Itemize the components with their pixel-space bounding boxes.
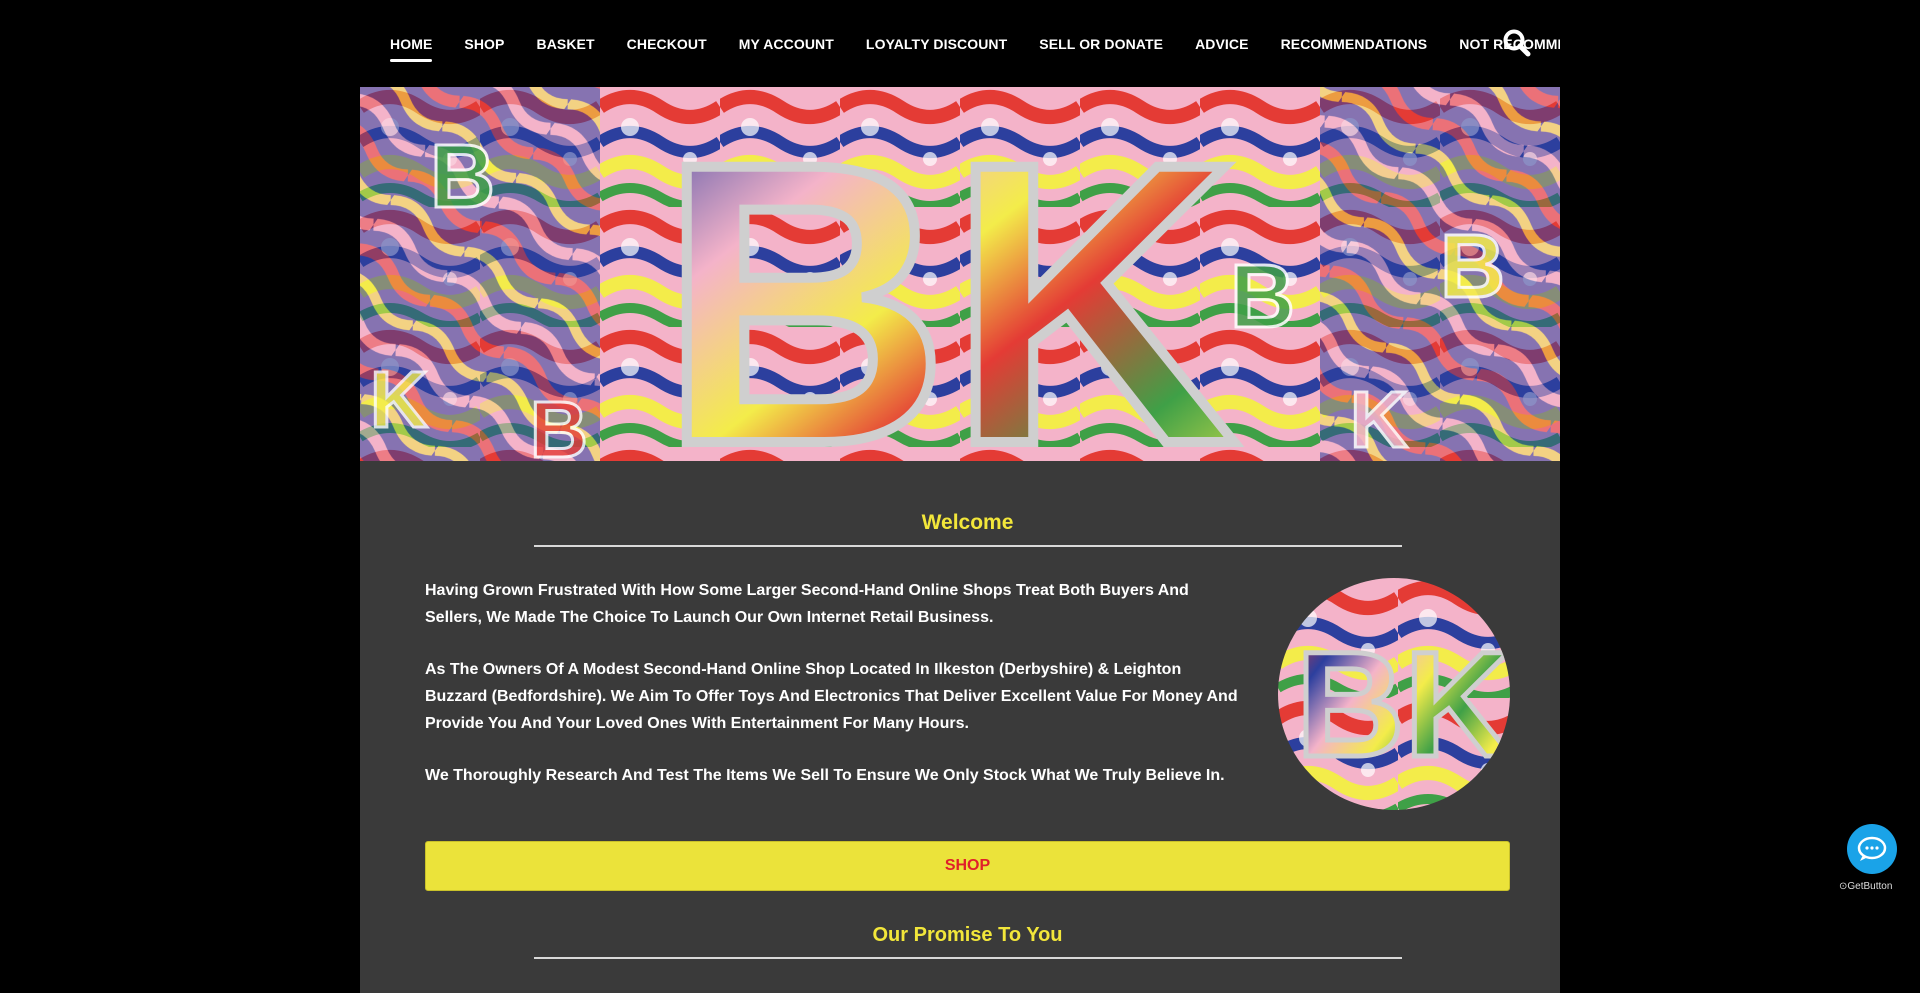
nav-item-home[interactable]: HOME — [390, 28, 433, 62]
nav-item-checkout[interactable]: CHECKOUT — [627, 28, 707, 60]
nav-items: HOME SHOP BASKET CHECKOUT MY ACCOUNT LOY… — [390, 28, 1560, 62]
svg-text:BK: BK — [1296, 620, 1510, 788]
svg-text:BK: BK — [660, 87, 1238, 461]
nav-item-my-account[interactable]: MY ACCOUNT — [739, 28, 834, 60]
main-content: Welcome Having Grown Frustrated With How… — [425, 461, 1510, 959]
nav-item-basket[interactable]: BASKET — [536, 28, 594, 60]
svg-text:B: B — [430, 127, 495, 227]
shop-button[interactable]: SHOP — [425, 841, 1510, 891]
nav-item-advice[interactable]: ADVICE — [1195, 28, 1249, 60]
svg-text:B: B — [1230, 247, 1295, 347]
nav-item-sell-or-donate[interactable]: SELL OR DONATE — [1039, 28, 1163, 60]
welcome-divider — [533, 545, 1402, 547]
bk-logo-image: BK — [1278, 578, 1510, 810]
svg-text:B: B — [1440, 217, 1505, 317]
welcome-paragraph: As The Owners Of A Modest Second-Hand On… — [425, 661, 1238, 732]
svg-text:K: K — [1350, 375, 1408, 461]
hero-banner: B K B B B K BK — [360, 87, 1560, 461]
site-container: HOME SHOP BASKET CHECKOUT MY ACCOUNT LOY… — [360, 0, 1560, 993]
svg-text:K: K — [370, 355, 428, 444]
nav-item-loyalty-discount[interactable]: LOYALTY DISCOUNT — [866, 28, 1007, 60]
search-button[interactable] — [1502, 28, 1532, 58]
promise-heading: Our Promise To You — [872, 924, 1063, 946]
main-nav: HOME SHOP BASKET CHECKOUT MY ACCOUNT LOY… — [360, 0, 1560, 87]
promise-divider — [533, 957, 1402, 959]
nav-item-recommendations[interactable]: RECOMMENDATIONS — [1281, 28, 1428, 60]
getbutton-credit[interactable]: ⊙GetButton — [1839, 881, 1892, 892]
chat-bubble-icon — [1857, 836, 1887, 861]
getbutton-label: GetButton — [1847, 881, 1893, 892]
welcome-paragraph: Having Grown Frustrated With How Some La… — [425, 582, 1189, 626]
hero-banner-image: B K B B B K BK — [360, 87, 1560, 461]
nav-item-shop[interactable]: SHOP — [464, 28, 504, 60]
welcome-text: Having Grown Frustrated With How Some La… — [425, 577, 1245, 814]
bk-round-logo: BK — [1278, 578, 1510, 810]
chat-button[interactable] — [1847, 824, 1897, 874]
welcome-paragraph: We Thoroughly Research And Test The Item… — [425, 767, 1225, 784]
welcome-heading: Welcome — [921, 511, 1014, 534]
welcome-body: Having Grown Frustrated With How Some La… — [425, 577, 1510, 814]
svg-text:B: B — [530, 385, 588, 461]
search-icon — [1503, 29, 1531, 57]
